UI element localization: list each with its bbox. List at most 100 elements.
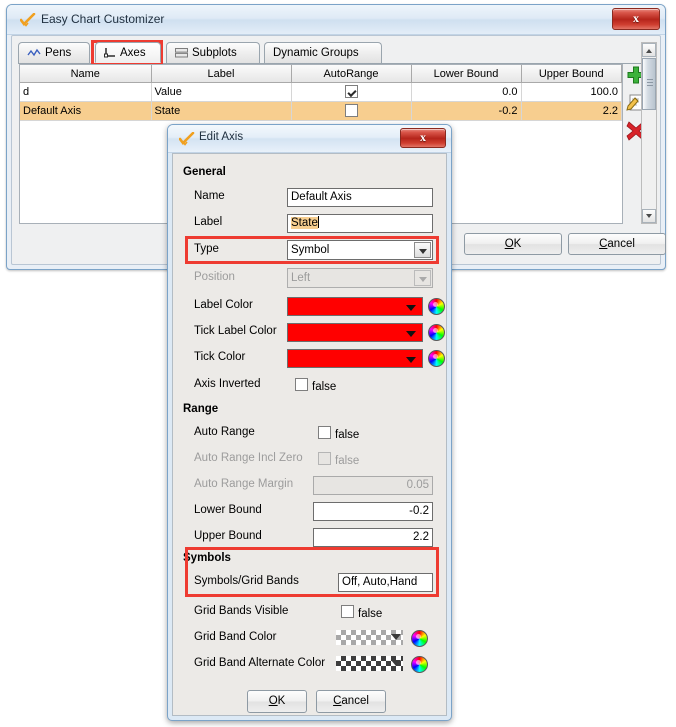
label-color-swatch[interactable] — [287, 297, 423, 316]
grid-band-alternate-color-picker-icon[interactable] — [411, 656, 428, 673]
chevron-down-icon — [391, 634, 401, 640]
main-ok-button[interactable]: OK — [464, 233, 562, 255]
tab-pens[interactable]: Pens — [18, 42, 90, 63]
row-type: Type Symbol — [173, 239, 446, 263]
column-header-name[interactable]: Name — [20, 65, 151, 83]
autorange-checkbox[interactable] — [345, 104, 358, 117]
cell-upper-bound[interactable]: 2.2 — [521, 102, 622, 121]
scroll-up-button[interactable] — [642, 43, 656, 57]
edit-cancel-rest: ancel — [341, 695, 369, 707]
row-axis-label: Label State — [173, 212, 446, 236]
edit-axis-close-button[interactable]: x — [400, 128, 446, 148]
scroll-down-button[interactable] — [642, 209, 656, 223]
auto-range-incl-zero-checkbox — [318, 452, 331, 465]
table-row[interactable]: d Value 0.0 100.0 — [20, 83, 622, 102]
tab-pens-label: Pens — [45, 47, 71, 59]
column-header-lower-bound[interactable]: Lower Bound — [411, 65, 521, 83]
main-cancel-button[interactable]: Cancel — [568, 233, 666, 255]
tick-color-picker-icon[interactable] — [428, 350, 445, 367]
chevron-down-icon — [391, 660, 401, 666]
row-grid-bands-visible: Grid Bands Visible false — [173, 601, 446, 625]
upper-bound-input[interactable]: 2.2 — [313, 528, 433, 547]
edit-ok-rest: K — [278, 695, 286, 707]
axes-icon — [104, 47, 116, 58]
name-label: Name — [194, 190, 225, 202]
label-color-picker-icon[interactable] — [428, 298, 445, 315]
tab-axes-label: Axes — [120, 47, 146, 59]
name-input[interactable]: Default Axis — [287, 188, 433, 207]
lower-bound-label: Lower Bound — [194, 504, 262, 516]
main-scrollbar[interactable] — [641, 42, 657, 224]
row-tick-label-color: Tick Label Color — [173, 321, 446, 345]
type-dropdown-button[interactable] — [414, 242, 431, 258]
row-auto-range-margin: Auto Range Margin 0.05 — [173, 474, 446, 498]
grid-band-alternate-color-swatch[interactable] — [336, 656, 403, 671]
edit-axis-ok-button[interactable]: OK — [247, 690, 307, 713]
row-axis-inverted: Axis Inverted false — [173, 374, 446, 398]
tick-color-label: Tick Color — [194, 351, 245, 363]
axis-label-label: Label — [194, 216, 222, 228]
auto-range-checkbox-group[interactable]: false — [318, 426, 359, 441]
position-label: Position — [194, 271, 235, 283]
tick-label-color-swatch[interactable] — [287, 323, 423, 342]
section-symbols: Symbols — [183, 552, 231, 564]
grid-band-color-picker-icon[interactable] — [411, 630, 428, 647]
type-value: Symbol — [291, 244, 329, 256]
row-position: Position Left — [173, 267, 446, 291]
row-tick-color: Tick Color — [173, 347, 446, 371]
auto-range-margin-input: 0.05 — [313, 476, 433, 495]
edit-ok-mnemonic: O — [269, 695, 278, 707]
tab-dynamic-groups[interactable]: Dynamic Groups — [264, 42, 382, 63]
main-window-close-button[interactable]: x — [612, 8, 660, 30]
grid-bands-visible-value: false — [358, 608, 382, 620]
axis-label-selected-text: State — [291, 217, 318, 229]
row-grid-band-color: Grid Band Color — [173, 627, 446, 651]
column-header-autorange[interactable]: AutoRange — [291, 65, 411, 83]
cell-lower-bound[interactable]: -0.2 — [411, 102, 521, 121]
axis-inverted-label: Axis Inverted — [194, 378, 260, 390]
edit-axis-cancel-button[interactable]: Cancel — [316, 690, 386, 713]
main-window-titlebar[interactable]: Easy Chart Customizer x — [7, 5, 665, 35]
type-combobox[interactable]: Symbol — [287, 240, 433, 260]
tab-axes[interactable]: Axes — [95, 42, 161, 63]
cell-autorange[interactable] — [291, 102, 411, 121]
grid-band-color-swatch[interactable] — [336, 630, 403, 645]
tick-label-color-picker-icon[interactable] — [428, 324, 445, 341]
main-ok-mnemonic: O — [505, 238, 514, 250]
cell-lower-bound[interactable]: 0.0 — [411, 83, 521, 102]
cell-name[interactable]: d — [20, 83, 151, 102]
chevron-down-icon — [406, 331, 416, 337]
table-row[interactable]: Default Axis State -0.2 2.2 — [20, 102, 622, 121]
axis-inverted-value: false — [312, 381, 336, 393]
column-header-upper-bound[interactable]: Upper Bound — [521, 65, 622, 83]
row-symbols-grid-bands: Symbols/Grid Bands Off, Auto,Hand — [173, 571, 446, 595]
tick-color-swatch[interactable] — [287, 349, 423, 368]
cell-upper-bound[interactable]: 100.0 — [521, 83, 622, 102]
symbols-grid-bands-input[interactable]: Off, Auto,Hand — [338, 573, 433, 592]
grid-bands-visible-checkbox[interactable] — [341, 605, 354, 618]
check-pen-icon — [179, 132, 195, 146]
tick-label-color-label: Tick Label Color — [194, 325, 277, 337]
cell-autorange[interactable] — [291, 83, 411, 102]
auto-range-incl-zero-value: false — [335, 455, 359, 467]
autorange-checkbox[interactable] — [345, 85, 358, 98]
row-upper-bound: Upper Bound 2.2 — [173, 526, 446, 550]
cell-name[interactable]: Default Axis — [20, 102, 151, 121]
auto-range-margin-label: Auto Range Margin — [194, 478, 293, 490]
edit-axis-title: Edit Axis — [199, 131, 243, 143]
grid-bands-visible-checkbox-group[interactable]: false — [341, 605, 382, 620]
scrollbar-thumb[interactable] — [642, 58, 656, 110]
column-header-label[interactable]: Label — [151, 65, 291, 83]
grid-band-color-label: Grid Band Color — [194, 631, 276, 643]
lower-bound-input[interactable]: -0.2 — [313, 502, 433, 521]
cell-label[interactable]: Value — [151, 83, 291, 102]
cell-label[interactable]: State — [151, 102, 291, 121]
axis-inverted-checkbox-group[interactable]: false — [295, 378, 336, 393]
axis-label-input[interactable]: State — [287, 214, 433, 233]
chevron-up-icon — [646, 49, 652, 53]
edit-axis-titlebar[interactable]: Edit Axis x — [168, 125, 451, 153]
auto-range-checkbox[interactable] — [318, 426, 331, 439]
table-header-row: Name Label AutoRange Lower Bound Upper B… — [20, 65, 622, 83]
axis-inverted-checkbox[interactable] — [295, 378, 308, 391]
tab-subplots[interactable]: Subplots — [166, 42, 260, 63]
